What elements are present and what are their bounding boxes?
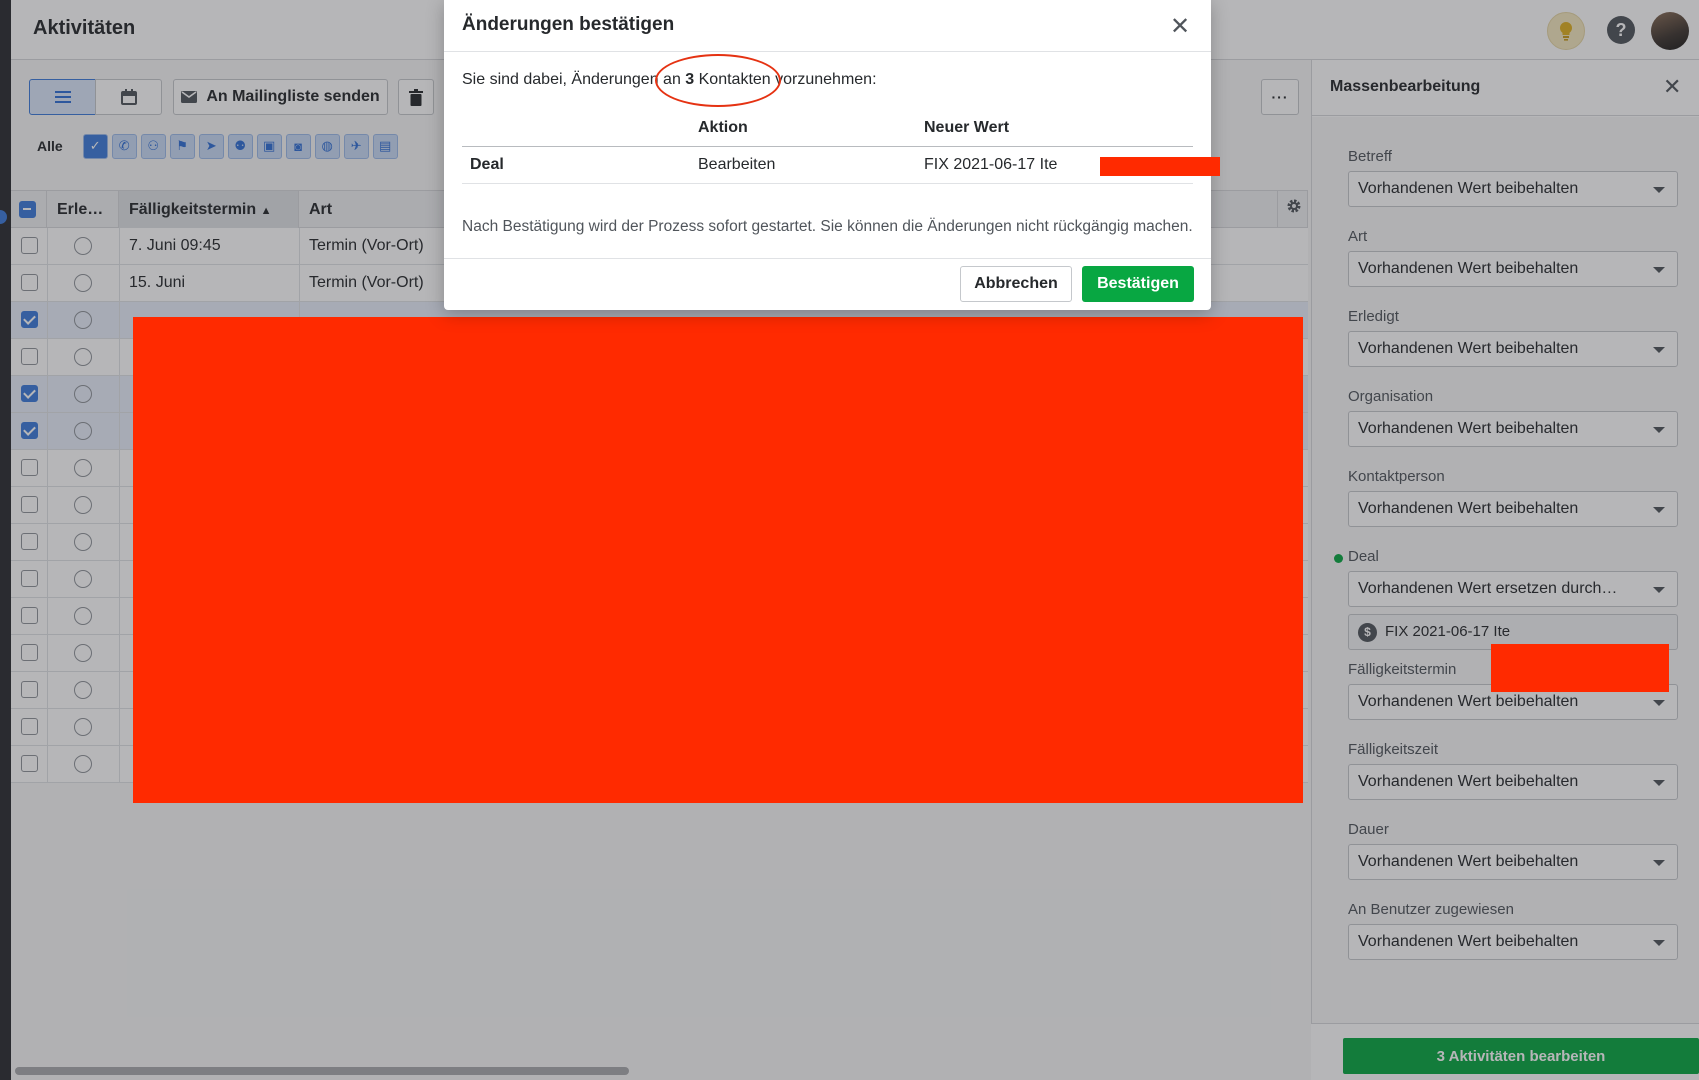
- close-icon[interactable]: ✕: [1170, 12, 1190, 41]
- divider: [444, 51, 1211, 52]
- intro-before: Sie sind dabei, Änderungen an: [462, 71, 686, 88]
- column-new-value: Neuer Wert: [924, 119, 1010, 136]
- cancel-button[interactable]: Abbrechen: [960, 266, 1072, 302]
- column-action: Aktion: [698, 119, 748, 136]
- change-new-value: FIX 2021-06-17 Ite: [924, 156, 1058, 173]
- confirm-button[interactable]: Bestätigen: [1082, 266, 1194, 302]
- redaction-block: [1491, 644, 1669, 692]
- dialog-note: Nach Bestätigung wird der Prozess sofort…: [462, 218, 1193, 235]
- redaction-block: [133, 317, 1303, 803]
- annotation-circle: [655, 54, 781, 107]
- changes-table-row: Deal Bearbeiten FIX 2021-06-17 Ite: [462, 148, 1220, 184]
- confirm-changes-dialog: Änderungen bestätigen ✕ Sie sind dabei, …: [444, 0, 1220, 310]
- dialog-title: Änderungen bestätigen: [462, 14, 675, 35]
- changes-table-header: Aktion Neuer Wert: [462, 113, 1193, 147]
- change-field: Deal: [470, 156, 504, 173]
- redaction-block: [1100, 157, 1220, 176]
- divider: [444, 258, 1211, 259]
- change-action: Bearbeiten: [698, 156, 776, 173]
